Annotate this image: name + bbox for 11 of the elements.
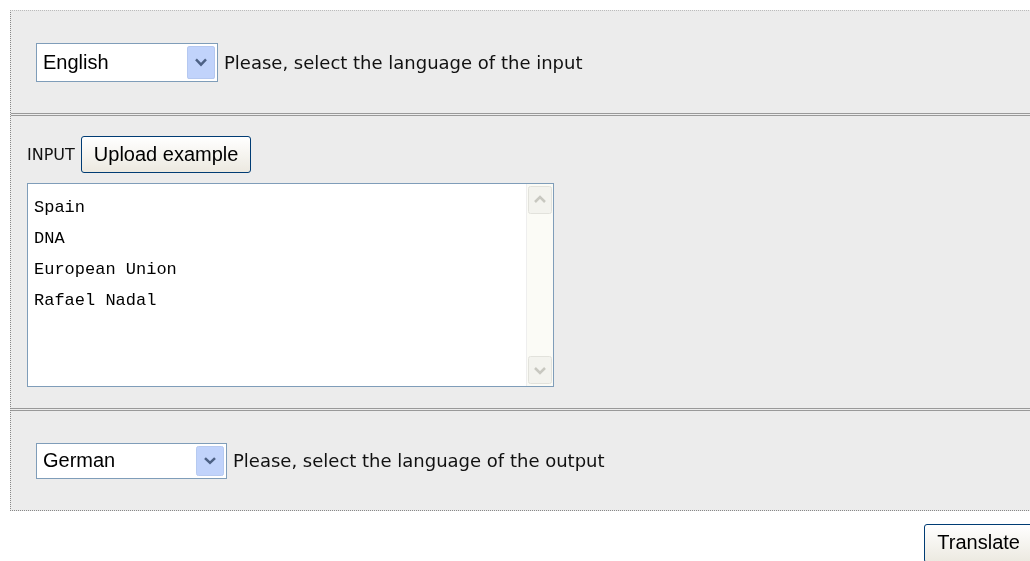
input-text-area[interactable]: Spain DNA European Union Rafael Nadal <box>27 183 554 387</box>
language-hint: Please, select the language of the input <box>224 51 583 73</box>
scroll-down-icon[interactable] <box>528 356 552 384</box>
upload-example-button[interactable]: Upload example <box>80 136 252 173</box>
scroll-up-icon[interactable] <box>528 186 552 214</box>
language-select[interactable]: German <box>36 442 227 479</box>
input-label: INPUT <box>27 145 75 164</box>
translate-button[interactable]: Translate <box>924 524 1030 561</box>
dropdown-arrow-icon <box>196 445 224 476</box>
language-hint: Please, select the language of the output <box>233 450 605 471</box>
language-select[interactable]: English <box>36 42 218 82</box>
